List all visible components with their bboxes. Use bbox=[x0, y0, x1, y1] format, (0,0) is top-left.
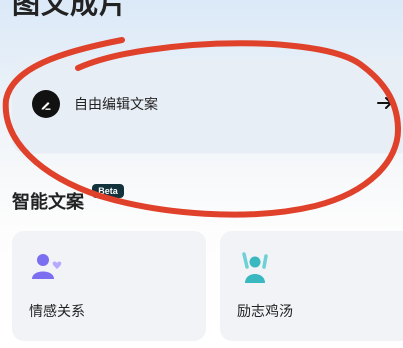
category-label-inspiration: 励志鸡汤 bbox=[237, 304, 293, 320]
section-title: 智能文案 bbox=[12, 192, 84, 213]
category-card-emotion[interactable]: 情感关系 bbox=[12, 231, 206, 341]
person-cheer-icon bbox=[242, 252, 268, 283]
page-title: 图文成片 bbox=[12, 0, 129, 20]
arrow-right-icon[interactable] bbox=[375, 93, 395, 113]
free-edit-card[interactable]: 自由编辑文案 bbox=[12, 57, 403, 153]
people-heart-icon bbox=[32, 254, 62, 279]
beta-badge: Beta bbox=[92, 184, 124, 198]
category-card-inspiration[interactable]: 励志鸡汤 bbox=[220, 231, 403, 341]
pen-icon bbox=[32, 90, 60, 118]
category-label-emotion: 情感关系 bbox=[29, 304, 85, 320]
free-edit-label: 自由编辑文案 bbox=[74, 97, 158, 113]
page: 图文成片 自由编辑文案 智能文案 Beta 情感关系 励志鸡汤 bbox=[0, 0, 403, 348]
